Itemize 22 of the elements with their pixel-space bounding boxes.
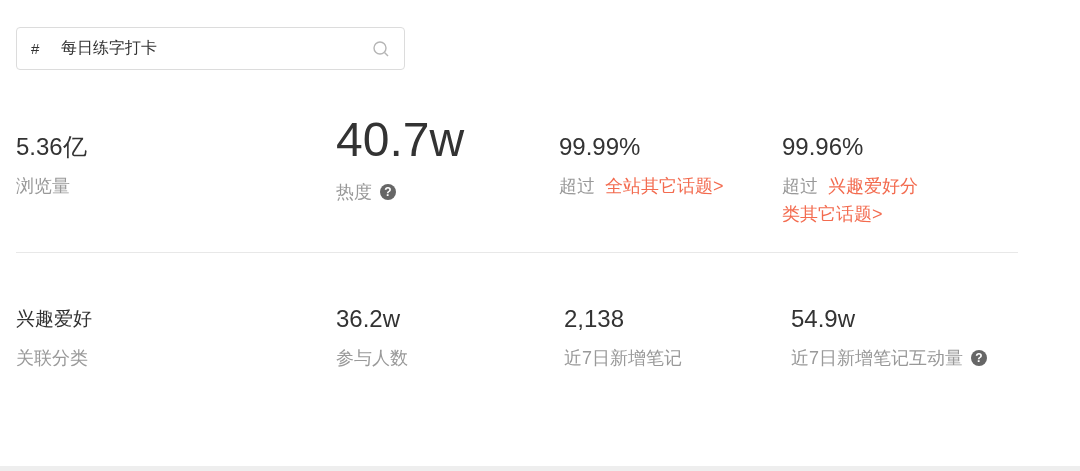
stat-value: 兴趣爱好 bbox=[16, 307, 93, 331]
stat-value: 99.99% bbox=[559, 132, 642, 162]
topic-link[interactable]: 超过 兴趣爱好分类其它话题> bbox=[782, 172, 932, 228]
stat-label: 参与人数 bbox=[336, 347, 408, 370]
stat-label: 热度 bbox=[336, 181, 372, 204]
hash-prefix: # bbox=[31, 40, 41, 57]
stat-label: 关联分类 bbox=[16, 347, 88, 370]
topic-link[interactable]: 超过 全站其它话题> bbox=[559, 172, 724, 200]
stat-value: 40.7w bbox=[336, 112, 466, 168]
stat-label: 浏览量 bbox=[16, 175, 70, 198]
stat-label: 近7日新增笔记互动量 bbox=[791, 347, 963, 370]
search-value: 每日练字打卡 bbox=[61, 38, 158, 58]
stat-value: 5.36亿 bbox=[16, 132, 88, 162]
help-icon[interactable]: ? bbox=[380, 184, 396, 200]
help-icon[interactable]: ? bbox=[971, 350, 987, 366]
stat-label: 近7日新增笔记 bbox=[564, 347, 682, 370]
search-icon[interactable] bbox=[372, 39, 390, 58]
stat-value: 2,138 bbox=[564, 304, 626, 334]
search-field[interactable]: # 每日练字打卡 bbox=[16, 27, 405, 70]
stat-value: 36.2w bbox=[336, 304, 402, 334]
stat-value: 99.96% bbox=[782, 132, 865, 162]
stat-value: 54.9w bbox=[791, 304, 857, 334]
